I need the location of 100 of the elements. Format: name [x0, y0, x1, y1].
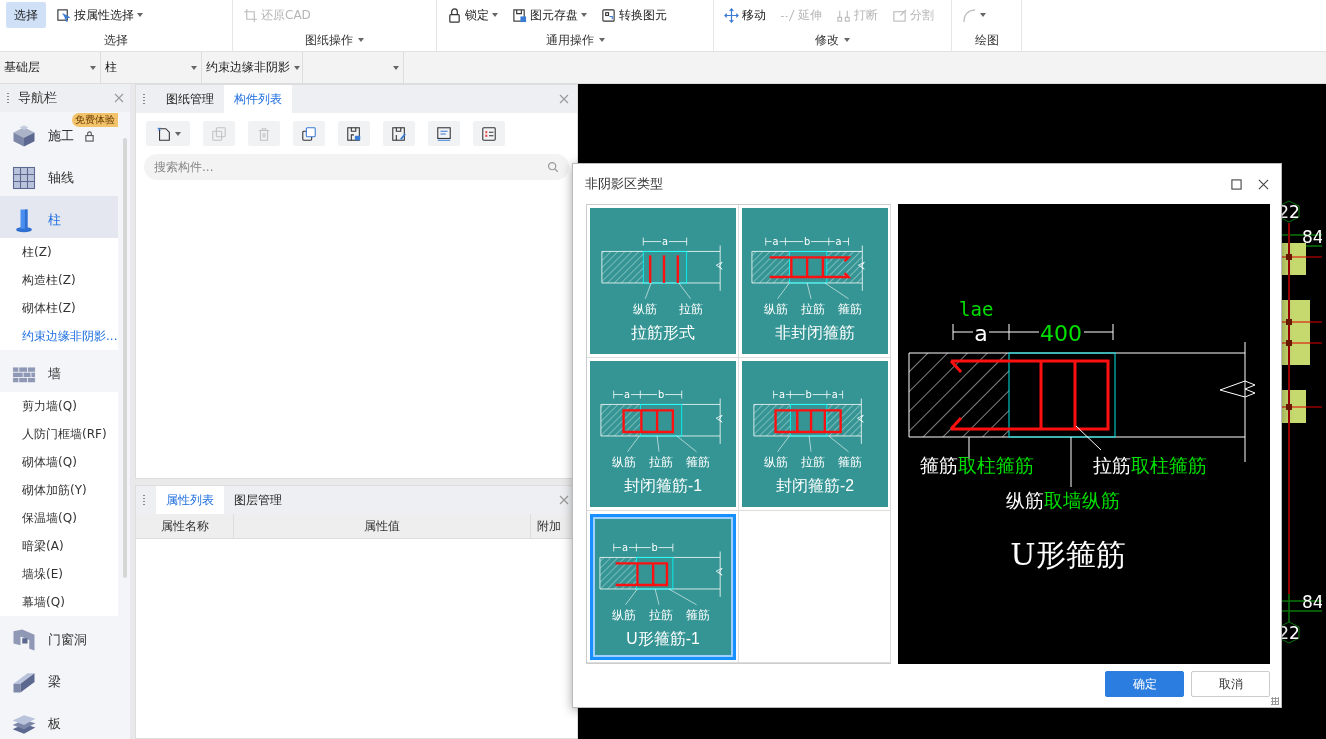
grip-icon[interactable]: [142, 494, 146, 506]
caret-icon[interactable]: [844, 38, 850, 42]
trial-badge: 免费体验: [72, 113, 118, 127]
rebar-note: 纵筋取墙纵筋: [1006, 489, 1120, 511]
grip-icon[interactable]: [142, 93, 146, 105]
rebar-label: 箍筋: [686, 454, 710, 469]
save-icon: [346, 125, 362, 142]
resize-grip-icon[interactable]: [1271, 697, 1279, 705]
caret-icon: [174, 131, 181, 136]
nav-item[interactable]: 柱(Z): [0, 238, 118, 266]
panel-title: 导航栏: [18, 89, 58, 107]
nav-item[interactable]: 幕墙(Q): [0, 588, 118, 616]
rebar-label: 拉筋: [800, 454, 825, 469]
nav-item[interactable]: 墙垛(E): [0, 560, 118, 588]
dimension-label: b: [657, 388, 664, 400]
layers-icon: [301, 125, 317, 142]
confirm-button[interactable]: 确定: [1105, 671, 1184, 697]
cancel-button[interactable]: 取消: [1191, 671, 1270, 697]
option-tile[interactable]: a b a 纵筋 拉筋 箍筋 非封闭箍筋: [741, 208, 888, 354]
ribbon-button[interactable]: 图元存盘: [508, 2, 591, 28]
toolbar-button[interactable]: [338, 121, 370, 146]
group-label: 绘图: [974, 31, 999, 49]
ribbon-button[interactable]: 转换图元: [597, 2, 671, 28]
toolbar-button[interactable]: [383, 121, 415, 146]
save-icon: [512, 7, 527, 23]
nav-category[interactable]: 柱: [0, 196, 118, 238]
nav-category[interactable]: 门窗洞: [0, 616, 118, 658]
nav-item[interactable]: 剪力墙(Q): [0, 392, 118, 420]
panel-tab[interactable]: 构件列表: [224, 85, 292, 113]
ribbon-button[interactable]: 锁定: [443, 2, 502, 28]
nav-category[interactable]: 施工 免费体验: [0, 112, 118, 154]
caret-icon[interactable]: [358, 38, 364, 42]
toolbar-button[interactable]: [428, 121, 460, 146]
panel-tab[interactable]: 属性列表: [156, 486, 224, 514]
dimension-label: a: [974, 321, 988, 346]
checklist-icon: [481, 125, 497, 142]
nav-item[interactable]: 砌体柱(Z): [0, 294, 118, 322]
rebar-label: 纵筋: [763, 454, 788, 469]
dimension-label: a: [623, 388, 630, 400]
convert-icon: [601, 7, 616, 23]
nav-item[interactable]: 约束边缘非阴影...: [0, 322, 118, 350]
ribbon-button[interactable]: 按属性选择: [52, 2, 147, 28]
group-label: 通用操作: [545, 31, 594, 49]
toolbar-button[interactable]: [473, 121, 505, 146]
copy-icon: [211, 125, 227, 142]
rebar-label: 纵筋: [611, 454, 636, 469]
nav-category[interactable]: 梁: [0, 658, 118, 700]
rebar-note: 拉筋取柱箍筋: [1093, 454, 1207, 476]
ribbon-button[interactable]: 移动: [720, 2, 770, 28]
option-title: 封闭箍筋-2: [775, 477, 854, 495]
rebar-label: 纵筋: [632, 301, 657, 316]
nav-item[interactable]: 砌体墙(Q): [0, 448, 118, 476]
nav-category[interactable]: 轴线: [0, 154, 118, 196]
rebar-label: 纵筋: [763, 301, 788, 316]
caret-icon[interactable]: [598, 38, 605, 42]
nav-category[interactable]: 板: [0, 700, 118, 739]
dropdown[interactable]: 基础层: [0, 52, 101, 83]
extend-icon: [780, 7, 795, 23]
nav-item[interactable]: 构造柱(Z): [0, 266, 118, 294]
scrollbar[interactable]: [123, 138, 127, 578]
column-header: 属性名称: [136, 514, 235, 538]
category-label: 柱: [48, 211, 61, 229]
edit-icon: [391, 125, 407, 142]
group-label: 图纸操作: [305, 31, 353, 49]
panel-tab[interactable]: 图纸管理: [156, 85, 224, 113]
search-field[interactable]: 搜索构件...: [144, 154, 569, 180]
grip-icon[interactable]: [6, 92, 10, 104]
nav-item[interactable]: 砌体加筋(Y): [0, 476, 118, 504]
dimension-label: a: [831, 388, 838, 400]
option-tile[interactable]: a b a 纵筋 拉筋 箍筋 封闭箍筋-2: [741, 361, 888, 507]
new-icon: [155, 125, 172, 142]
option-tile[interactable]: a b 纵筋 拉筋 箍筋 U形箍筋-1: [589, 513, 736, 660]
rebar-label: 箍筋: [686, 607, 710, 622]
column-header: 属性值: [234, 514, 532, 538]
category-label: 轴线: [48, 169, 74, 187]
option-title: U形箍筋-1: [625, 629, 700, 647]
panel-tab[interactable]: 图层管理: [224, 486, 292, 514]
nav-item[interactable]: 保温墙(Q): [0, 504, 118, 532]
dimension-label: b: [651, 541, 658, 553]
dimension-label: b: [803, 235, 810, 247]
dropdown[interactable]: 柱: [101, 52, 202, 83]
maximize-icon[interactable]: [1231, 178, 1242, 190]
dimension-label: a: [621, 541, 628, 553]
toolbar-button[interactable]: [293, 121, 325, 146]
rebar-label: 拉筋: [800, 301, 825, 316]
nav-item[interactable]: 人防门框墙(RF): [0, 420, 118, 448]
arc-icon: [962, 7, 977, 23]
close-icon[interactable]: [1258, 178, 1269, 190]
option-tile[interactable]: a 纵筋 拉筋 拉筋形式: [589, 208, 736, 354]
nav-item[interactable]: 暗梁(A): [0, 532, 118, 560]
ribbon-button[interactable]: 选择: [6, 2, 46, 28]
toolbar-button[interactable]: [146, 121, 190, 146]
dropdown[interactable]: 约束边缘非阴影: [202, 52, 303, 83]
preview-title: U形箍筋: [1010, 537, 1126, 572]
caret-icon: [492, 13, 498, 17]
option-tile[interactable]: a b 纵筋 拉筋 箍筋 封闭箍筋-1: [589, 361, 736, 507]
nav-category[interactable]: 墙: [0, 350, 118, 392]
category-label: 梁: [48, 673, 61, 691]
rebar-label: 箍筋: [838, 454, 862, 469]
anchor-label: lae: [959, 298, 994, 320]
